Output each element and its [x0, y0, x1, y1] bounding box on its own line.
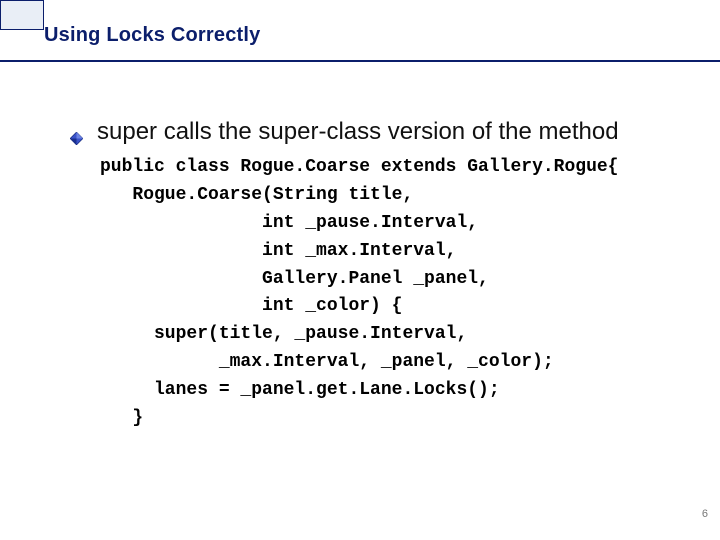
header-band: Using Locks Correctly: [0, 0, 720, 62]
code-block: public class Rogue.Coarse extends Galler…: [100, 154, 680, 433]
bullet-row: super calls the super-class version of t…: [70, 118, 680, 146]
header-rule: [0, 60, 720, 62]
diamond-bullet-icon: [70, 132, 83, 145]
slide: Using Locks Correctly super calls the su…: [0, 0, 720, 540]
slide-title: Using Locks Correctly: [44, 24, 261, 47]
header-corner-square: [0, 0, 44, 30]
bullet-text: super calls the super-class version of t…: [97, 118, 619, 146]
page-number: 6: [702, 508, 708, 520]
slide-body: super calls the super-class version of t…: [70, 118, 680, 433]
